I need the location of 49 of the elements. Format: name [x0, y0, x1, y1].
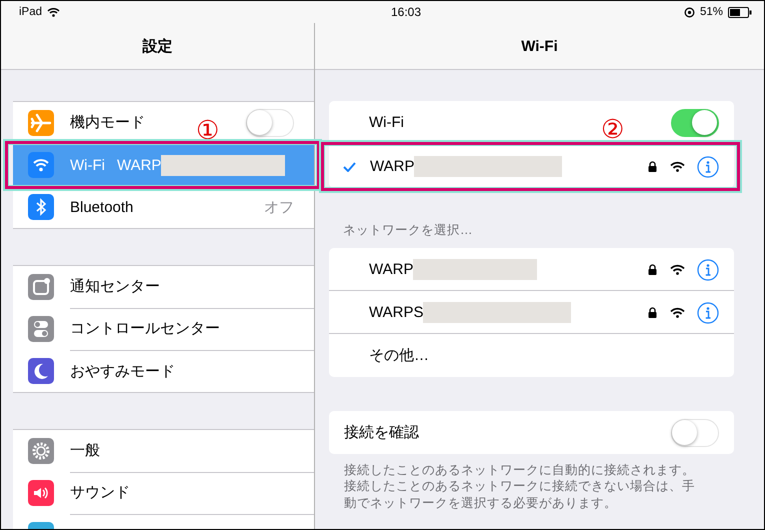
wifi-signal-icon [670, 161, 685, 172]
settings-label: 機内モード [70, 113, 145, 132]
settings-label: おやすみモード [70, 362, 175, 380]
settings-row[interactable]: 一般 [13, 430, 314, 472]
settings-label: Bluetooth [70, 198, 134, 216]
wifi-signal-icon [670, 264, 685, 275]
settings-label: Wi-Fi [70, 156, 105, 174]
network-name: WARPS [369, 304, 424, 321]
callout-number: ① [196, 118, 220, 144]
settings-row[interactable]: おやすみモード [13, 350, 314, 392]
clock: 16:03 [391, 5, 422, 19]
wifi-label: Wi-Fi [369, 114, 404, 131]
settings-label: 一般 [70, 441, 100, 460]
lock-icon [648, 264, 657, 275]
battery-icon [728, 6, 752, 18]
network-row[interactable]: WARPS [329, 291, 734, 334]
wifi-signal-icon [47, 7, 60, 17]
detail-title: Wi-Fi [521, 38, 558, 54]
battery-percent: 51% [700, 6, 723, 18]
sidebar-title: 設定 [142, 36, 172, 56]
network-name: WARP [370, 158, 414, 175]
network-name: その他… [369, 346, 429, 365]
settings-row[interactable]: サウンド [13, 472, 314, 514]
connected-network-row[interactable]: WARP [329, 145, 734, 188]
settings-row[interactable]: 通知センター [13, 266, 314, 308]
device-name: iPad [19, 6, 42, 18]
settings-row[interactable]: Bluetooth オフ [13, 186, 314, 228]
section-header: ネットワークを選択… [342, 222, 474, 239]
ask-to-join-label: 接続を確認 [344, 423, 419, 442]
info-icon[interactable] [697, 258, 719, 280]
network-row[interactable]: WARP [329, 248, 734, 291]
wifi-signal-icon [670, 307, 685, 318]
wifi-toggle[interactable] [671, 108, 719, 136]
ask-to-join-toggle[interactable] [671, 418, 719, 446]
status-value: オフ [264, 198, 294, 216]
info-icon[interactable] [697, 156, 719, 178]
network-row[interactable]: その他… [329, 334, 734, 377]
settings-label: 通知センター [70, 277, 160, 296]
network-name: WARP [116, 156, 162, 174]
settings-row[interactable]: コントロールセンター [13, 308, 314, 350]
network-name: WARP [369, 261, 414, 278]
settings-label: サウンド [70, 483, 130, 502]
callout-number: ② [601, 117, 624, 143]
footer-note: 接続したことのあるネットワークに自動的に接続されます。接続したことのあるネットワークに接続できない場合は、手動でネットワークを選択する必要があります。 [344, 462, 696, 511]
lock-icon [648, 161, 657, 172]
settings-label: コントロールセンター [70, 319, 220, 338]
info-icon[interactable] [697, 302, 719, 324]
lock-icon [648, 307, 657, 318]
toggle-switch[interactable] [246, 108, 294, 136]
